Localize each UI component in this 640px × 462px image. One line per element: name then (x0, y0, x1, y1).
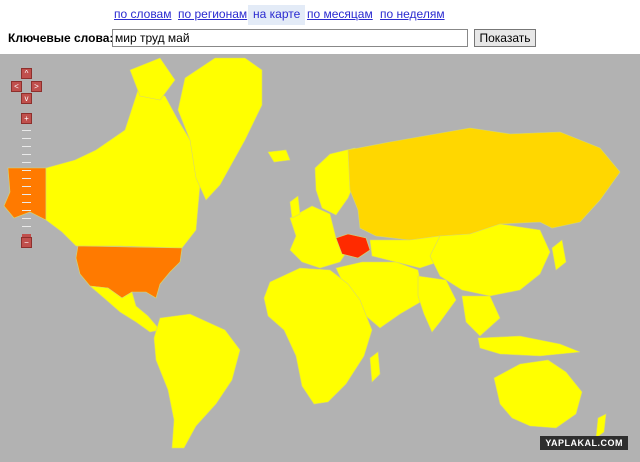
region-russia (347, 127, 621, 241)
region-indonesia (477, 335, 581, 357)
tab-by-words[interactable]: по словам (114, 5, 171, 25)
pan-up-icon[interactable]: ^ (21, 68, 32, 79)
region-japan (551, 239, 567, 271)
region-usa (75, 245, 183, 299)
region-india (417, 275, 457, 333)
search-bar: Ключевые слова: Показать (0, 29, 640, 49)
tab-by-regions[interactable]: по регионам (178, 5, 247, 25)
pan-left-icon[interactable]: < (11, 81, 22, 92)
keywords-input[interactable] (112, 29, 468, 47)
zoom-slider[interactable] (21, 126, 32, 237)
region-uk (289, 195, 301, 219)
region-se-asia (461, 295, 501, 337)
pan-down-icon[interactable]: v (21, 93, 32, 104)
world-map[interactable]: ^ < > v + − YAPLAKAL.COM (0, 54, 640, 462)
tab-on-map[interactable]: на карте (248, 5, 306, 25)
region-south-america (153, 313, 241, 449)
show-button[interactable]: Показать (474, 29, 536, 47)
map-canvas (3, 57, 621, 449)
zoom-out-icon[interactable]: − (21, 237, 32, 248)
pan-right-icon[interactable]: > (31, 81, 42, 92)
region-new-zealand (595, 413, 607, 439)
tab-by-months[interactable]: по месяцам (307, 5, 373, 25)
region-iceland (267, 149, 291, 163)
site-watermark: YAPLAKAL.COM (540, 436, 628, 450)
region-australia (493, 359, 583, 429)
region-canada (45, 89, 201, 249)
zoom-in-icon[interactable]: + (21, 113, 32, 124)
region-madagascar (369, 351, 381, 383)
tab-by-weeks[interactable]: по неделям (380, 5, 445, 25)
keywords-label: Ключевые слова: (8, 31, 114, 45)
